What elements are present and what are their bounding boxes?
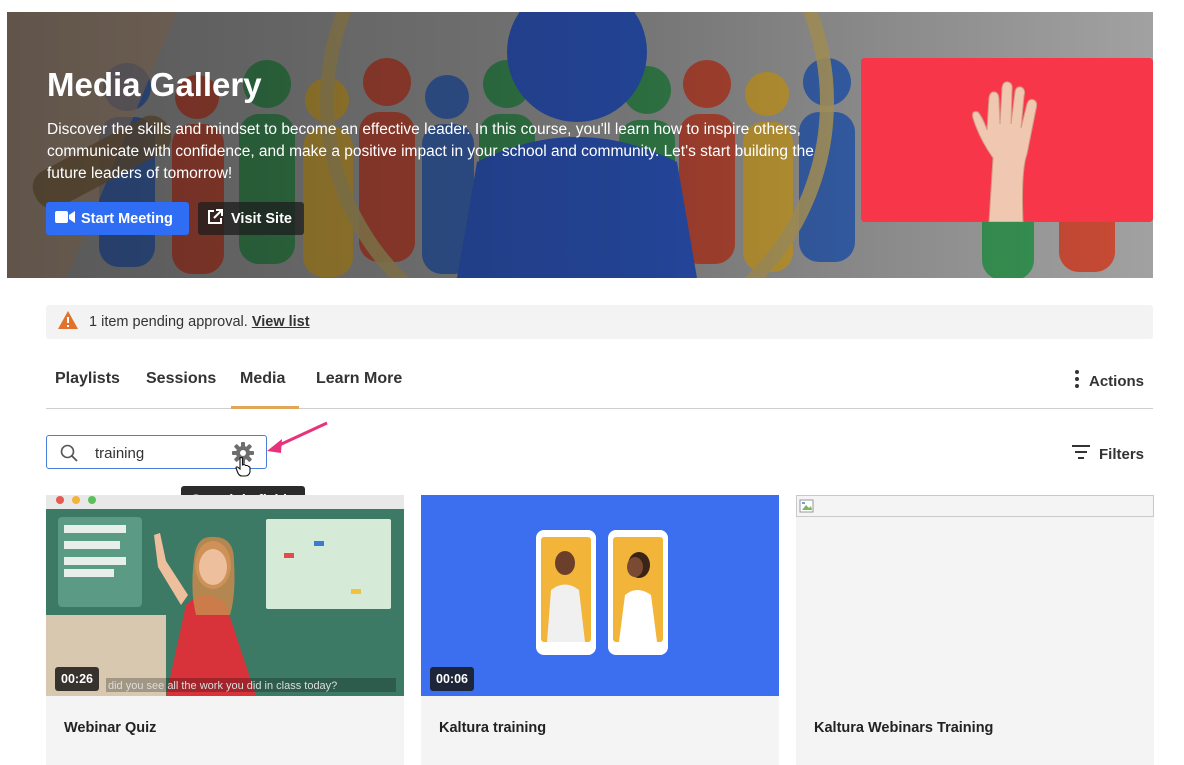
webinar-quiz-thumbnail[interactable]: did you see all the work you did in clas… — [46, 495, 404, 696]
annotation-arrow-icon — [255, 420, 335, 465]
actions-label: Actions — [1088, 372, 1144, 390]
kaltura-training-thumbnail[interactable]: 00:06 — [421, 495, 779, 696]
media-card[interactable]: Kaltura Webinars Training — [796, 495, 1154, 765]
vertical-dots-icon — [1074, 370, 1079, 392]
hero-media-thumbnail[interactable] — [861, 58, 1153, 222]
start-meeting-label: Start Meeting — [81, 210, 173, 227]
raised-hand-image — [861, 58, 1153, 222]
search-box — [46, 435, 267, 469]
search-icon — [60, 444, 78, 467]
caption-text: did you see all the work you did in clas… — [108, 680, 337, 692]
video-camera-icon — [55, 210, 75, 228]
media-card[interactable]: did you see all the work you did in clas… — [46, 495, 404, 765]
filters-button[interactable]: Filters — [1071, 444, 1144, 464]
view-list-link[interactable]: View list — [252, 314, 310, 330]
visit-site-label: Visit Site — [231, 210, 292, 227]
visit-site-button[interactable]: Visit Site — [198, 202, 304, 235]
external-link-icon — [206, 208, 224, 230]
media-card[interactable]: 00:06 Kaltura training — [421, 495, 779, 765]
tab-playlists[interactable]: Playlists — [55, 370, 120, 388]
duration-badge: 00:26 — [55, 667, 99, 691]
broken-image-icon — [799, 498, 815, 519]
presenter-video-frame: did you see all the work you did in clas… — [46, 495, 404, 696]
duration-badge: 00:06 — [430, 667, 474, 691]
start-meeting-button[interactable]: Start Meeting — [46, 202, 189, 235]
actions-menu-button[interactable]: Actions — [1074, 370, 1144, 392]
media-title[interactable]: Kaltura training — [439, 720, 546, 736]
search-input[interactable] — [95, 443, 225, 463]
filter-lines-icon — [1071, 444, 1090, 464]
media-title[interactable]: Webinar Quiz — [64, 720, 156, 736]
tab-sessions[interactable]: Sessions — [146, 370, 216, 388]
alert-text: 1 item pending approval. — [89, 314, 248, 330]
hero-description: Discover the skills and mindset to becom… — [47, 121, 814, 182]
phones-video-frame — [421, 495, 779, 696]
hero-banner: Media Gallery Discover the skills and mi… — [7, 12, 1153, 278]
tab-bar: Playlists Sessions Media Learn More Acti… — [46, 356, 1153, 409]
pending-approval-alert: 1 item pending approval. View list — [46, 305, 1153, 339]
broken-image-placeholder — [796, 495, 1154, 517]
tab-learn-more[interactable]: Learn More — [316, 370, 402, 388]
page-title: Media Gallery — [47, 66, 262, 103]
pointer-cursor-icon — [235, 456, 251, 482]
active-tab-indicator — [231, 406, 299, 409]
tab-media[interactable]: Media — [240, 370, 285, 388]
media-title[interactable]: Kaltura Webinars Training — [814, 720, 993, 736]
filters-label: Filters — [1098, 445, 1144, 463]
warning-icon — [57, 310, 79, 334]
